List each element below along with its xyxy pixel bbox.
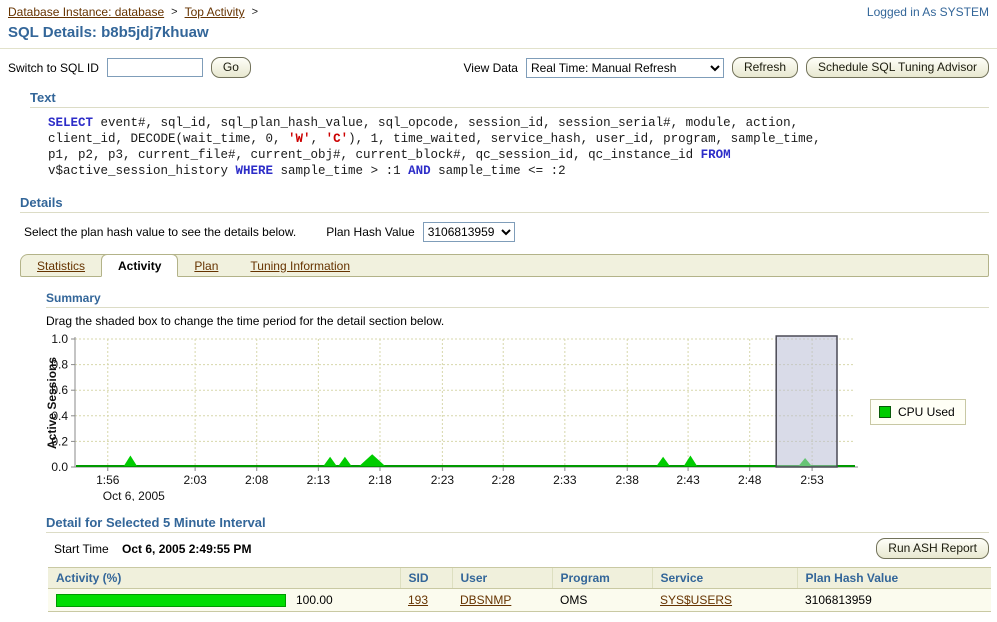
col-sid: SID: [400, 568, 452, 589]
service-link[interactable]: SYS$USERS: [660, 593, 732, 607]
breadcrumb: Database Instance: database > Top Activi…: [8, 5, 258, 19]
plan-hash-value-select[interactable]: 3106813959: [423, 222, 515, 242]
breadcrumb-top-activity[interactable]: Top Activity: [185, 5, 245, 19]
top-bar: Database Instance: database > Top Activi…: [8, 5, 989, 19]
header-divider: [0, 48, 997, 49]
summary-chart-row: 0.00.20.40.60.81.01:562:032:082:132:182:…: [46, 329, 989, 501]
svg-text:2:38: 2:38: [616, 473, 640, 487]
refresh-button[interactable]: Refresh: [732, 57, 798, 78]
tab-plan[interactable]: Plan: [178, 255, 234, 276]
section-divider: [46, 307, 989, 308]
details-section: Details Select the plan hash value to se…: [20, 195, 989, 612]
schedule-sql-tuning-advisor-button[interactable]: Schedule SQL Tuning Advisor: [806, 57, 989, 78]
svg-text:1:56: 1:56: [96, 473, 120, 487]
go-button[interactable]: Go: [211, 57, 251, 78]
svg-text:2:18: 2:18: [368, 473, 392, 487]
legend-label: CPU Used: [898, 405, 955, 419]
summary-heading: Summary: [46, 291, 989, 305]
activity-tab-content: Summary Drag the shaded box to change th…: [46, 291, 989, 612]
table-header-row: Activity (%) SID User Program Service Pl…: [48, 568, 991, 589]
start-time-label: Start Time: [54, 542, 109, 556]
svg-text:2:33: 2:33: [553, 473, 577, 487]
svg-text:2:43: 2:43: [676, 473, 700, 487]
svg-text:2:53: 2:53: [800, 473, 824, 487]
start-time-row: Start Time Oct 6, 2005 2:49:55 PM Run AS…: [54, 538, 989, 559]
col-activity: Activity (%): [48, 568, 400, 589]
active-sessions-chart[interactable]: 0.00.20.40.60.81.01:562:032:082:132:182:…: [46, 329, 864, 501]
table-row: 100.00 193 DBSNMP OMS SYS$USERS 31068139…: [48, 589, 991, 612]
chart-legend: CPU Used: [870, 399, 966, 425]
details-tab-strip: StatisticsActivityPlanTuning Information: [20, 254, 989, 277]
page-title: SQL Details: b8b5jdj7khuaw: [8, 24, 989, 41]
svg-text:Active Sessions: Active Sessions: [46, 357, 59, 449]
tab-statistics[interactable]: Statistics: [21, 255, 101, 276]
activity-percent-value: 100.00: [296, 593, 333, 607]
tab-activity[interactable]: Activity: [101, 254, 178, 277]
activity-detail-table: Activity (%) SID User Program Service Pl…: [48, 567, 991, 612]
section-divider: [20, 212, 989, 213]
plan-hash-value-cell: 3106813959: [805, 593, 872, 607]
section-divider: [30, 107, 989, 108]
col-service: Service: [652, 568, 797, 589]
details-section-heading: Details: [20, 195, 989, 210]
col-plan-hash-value: Plan Hash Value: [797, 568, 991, 589]
program-value: OMS: [560, 593, 587, 607]
text-section-heading: Text: [30, 90, 989, 105]
breadcrumb-separator: >: [252, 6, 258, 18]
plan-hash-instruction: Select the plan hash value to see the de…: [24, 225, 296, 239]
svg-text:2:03: 2:03: [183, 473, 207, 487]
svg-text:2:08: 2:08: [245, 473, 269, 487]
section-divider: [46, 532, 989, 533]
tab-tuning-information[interactable]: Tuning Information: [234, 255, 366, 276]
svg-text:2:48: 2:48: [738, 473, 762, 487]
plan-hash-row: Select the plan hash value to see the de…: [24, 222, 989, 242]
sid-link[interactable]: 193: [408, 593, 428, 607]
start-time-value: Oct 6, 2005 2:49:55 PM: [122, 542, 251, 556]
logged-in-as: Logged in As SYSTEM: [867, 5, 989, 19]
view-data-label: View Data: [463, 61, 517, 75]
detail-interval-heading: Detail for Selected 5 Minute Interval: [46, 515, 989, 530]
svg-text:2:28: 2:28: [492, 473, 516, 487]
svg-text:Oct 6, 2005: Oct 6, 2005: [103, 489, 165, 501]
toolbar: Switch to SQL ID Go View Data Real Time:…: [8, 57, 989, 78]
plan-hash-value-label: Plan Hash Value: [326, 225, 415, 239]
activity-bar: [56, 594, 286, 607]
text-section: Text SELECT event#, sql_id, sql_plan_has…: [30, 90, 989, 179]
svg-text:2:23: 2:23: [431, 473, 455, 487]
svg-text:2:13: 2:13: [307, 473, 331, 487]
sql-statement-text: SELECT event#, sql_id, sql_plan_hash_val…: [48, 115, 989, 179]
breadcrumb-separator: >: [171, 6, 177, 18]
view-data-select[interactable]: Real Time: Manual Refresh: [526, 58, 724, 78]
user-link[interactable]: DBSNMP: [460, 593, 511, 607]
switch-to-sql-id-label: Switch to SQL ID: [8, 61, 99, 75]
svg-text:0.0: 0.0: [51, 460, 68, 474]
cpu-used-swatch-icon: [879, 406, 891, 418]
breadcrumb-database-instance[interactable]: Database Instance: database: [8, 5, 164, 19]
run-ash-report-button[interactable]: Run ASH Report: [876, 538, 989, 559]
col-user: User: [452, 568, 552, 589]
drag-hint-text: Drag the shaded box to change the time p…: [46, 314, 989, 328]
svg-text:1.0: 1.0: [51, 332, 68, 346]
sql-id-input[interactable]: [107, 58, 203, 77]
col-program: Program: [552, 568, 652, 589]
